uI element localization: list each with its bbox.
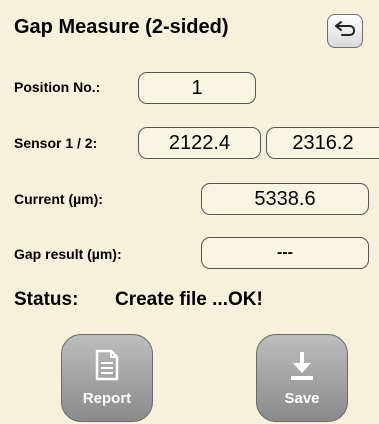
position-field[interactable]: 1	[138, 72, 256, 104]
gap-field[interactable]: ---	[201, 237, 369, 269]
current-field[interactable]: 5338.6	[201, 183, 369, 215]
save-label: Save	[284, 390, 320, 407]
gap-measure-screen: Gap Measure (2-sided) Position No.: 1 Se…	[0, 0, 379, 424]
gap-label: Gap result (µm):	[14, 246, 122, 262]
sensor1-field[interactable]: 2122.4	[138, 127, 261, 159]
report-button[interactable]: Report	[61, 334, 153, 422]
save-button[interactable]: Save	[256, 334, 348, 422]
current-label: Current (µm):	[14, 191, 103, 207]
page-title: Gap Measure (2-sided)	[14, 16, 229, 38]
sensor2-field[interactable]: 2316.2	[266, 127, 379, 159]
report-label: Report	[82, 390, 132, 407]
sensor-label: Sensor 1 / 2:	[14, 135, 98, 151]
back-arrow-icon	[333, 19, 357, 44]
position-label: Position No.:	[14, 79, 101, 95]
back-button[interactable]	[327, 14, 363, 48]
status-value: Create file ...OK!	[115, 289, 263, 310]
document-icon	[94, 349, 120, 386]
download-arrow-icon	[288, 349, 316, 386]
status-label: Status:	[14, 289, 79, 310]
